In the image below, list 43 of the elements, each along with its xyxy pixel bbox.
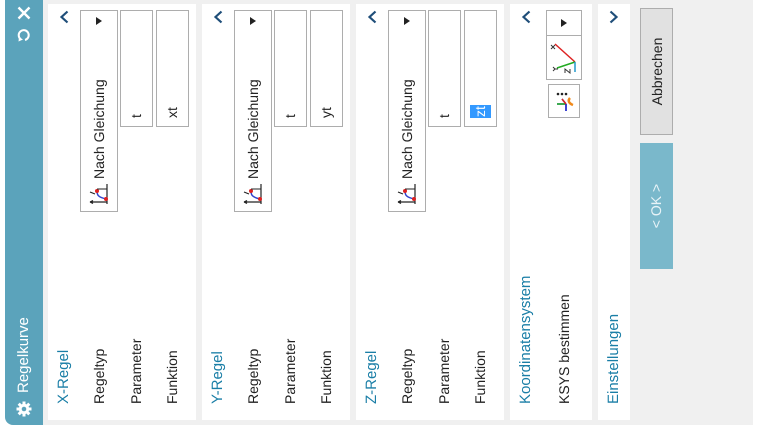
section-title[interactable]: Einstellungen — [602, 314, 626, 404]
field-label: KSYS bestimmen — [554, 294, 572, 404]
csys-dropdown[interactable] — [546, 10, 582, 80]
section-title[interactable]: Z-Regel — [360, 350, 384, 404]
field-label: Parameter — [280, 338, 298, 404]
dropdown[interactable]: Nach Gleichung — [80, 10, 118, 212]
csys-dialog-button[interactable] — [548, 84, 580, 118]
dropdown[interactable]: Nach Gleichung — [388, 10, 426, 212]
field-label: Regeltyp — [90, 348, 108, 404]
collapse-chevron-icon[interactable] — [213, 10, 223, 24]
window-title: Regelkurve — [14, 316, 33, 393]
collapse-chevron-icon[interactable] — [59, 10, 69, 24]
section-title[interactable]: Koordinatensystem — [514, 276, 538, 404]
caret-icon — [404, 17, 410, 25]
curve-equation-icon — [243, 183, 263, 205]
field-label: Parameter — [434, 338, 452, 404]
curve-equation-icon — [89, 183, 109, 205]
dropdown[interactable]: Nach Gleichung — [234, 10, 272, 212]
reset-icon[interactable] — [17, 28, 31, 42]
collapse-chevron-icon[interactable] — [367, 10, 377, 24]
field-label: Regeltyp — [244, 348, 262, 404]
caret-icon — [250, 17, 256, 25]
close-icon[interactable] — [17, 6, 31, 20]
axes-icon — [549, 40, 579, 74]
field-label: Regeltyp — [398, 348, 416, 404]
field-label: Funktion — [470, 350, 488, 404]
field-label: Parameter — [126, 338, 144, 404]
field-label: Funktion — [162, 350, 180, 404]
input-field[interactable]: t — [274, 10, 306, 127]
curve-equation-icon — [397, 183, 417, 205]
caret-icon — [96, 17, 102, 25]
field-label: Funktion — [316, 350, 334, 404]
section-title[interactable]: Y-Regel — [206, 351, 230, 404]
section-title[interactable]: X-Regel — [52, 350, 76, 404]
input-field[interactable]: t — [120, 10, 152, 127]
collapse-chevron-icon[interactable] — [521, 10, 531, 24]
expand-chevron-icon[interactable] — [609, 10, 619, 24]
input-field[interactable]: t — [428, 10, 460, 127]
cancel-button[interactable]: Abbrechen — [640, 8, 673, 135]
input-field[interactable]: yt — [310, 10, 342, 127]
settings-icon[interactable] — [16, 401, 32, 417]
input-field[interactable]: xt — [156, 10, 188, 127]
caret-icon — [561, 19, 567, 27]
